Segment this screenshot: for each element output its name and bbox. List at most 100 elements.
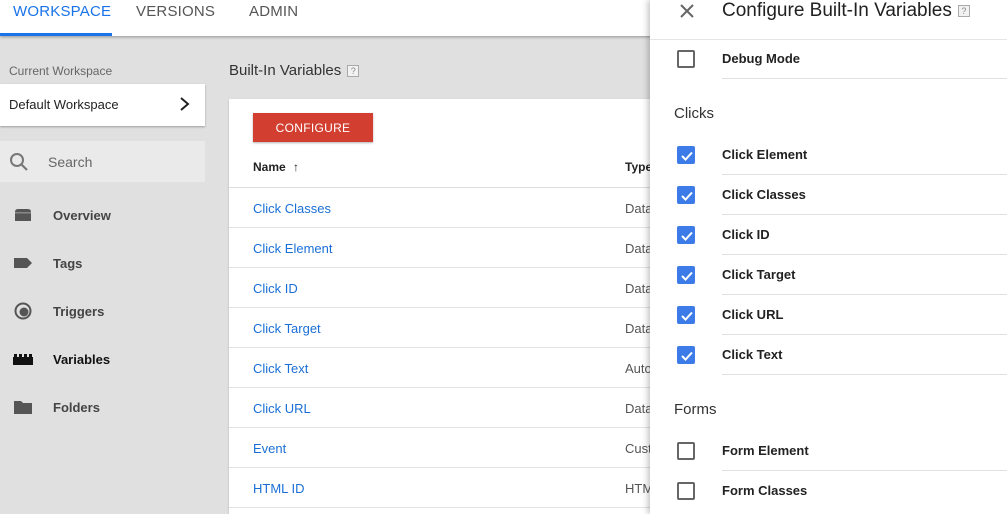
table-row: Click Classes Data [229,188,659,228]
sidebar-item-tags[interactable]: Tags [0,243,205,283]
sidebar-item-label: Triggers [53,304,105,319]
checkmark-icon [681,311,693,321]
sidebar-item-label: Variables [53,352,111,367]
sidebar-item-overview[interactable]: Overview [0,195,205,235]
tab-versions[interactable]: VERSIONS [136,0,215,36]
option-label: Click Element [722,147,808,162]
checkbox-checked[interactable] [677,226,695,244]
variable-name-link[interactable]: Click ID [253,281,298,296]
variable-name-link[interactable]: Click Classes [253,201,331,216]
workspace-selector[interactable]: Default Workspace [0,84,205,126]
variable-type: HTM [625,481,654,496]
variable-name-link[interactable]: Click URL [253,401,311,416]
option-label: Click ID [722,227,770,242]
variable-type: Data [625,201,653,216]
divider [722,78,1007,79]
sidebar-item-variables[interactable]: Variables [0,339,205,379]
variable-type: Auto [625,361,652,376]
search-icon [10,153,28,171]
variable-option-click-text[interactable]: Click Text [650,335,1007,375]
checkmark-icon [681,151,693,161]
table-row: Event Cust [229,428,659,468]
variable-option-form-classes[interactable]: Form Classes [650,471,1007,511]
checkmark-icon [681,351,693,361]
tag-icon [14,258,32,268]
table-row: Click Target Data [229,308,659,348]
variable-option-click-target[interactable]: Click Target [650,255,1007,295]
sort-arrow-icon: ↑ [293,160,300,174]
panel-title: Configure Built-In Variables? [722,0,970,22]
page-title-text: Built-In Variables [229,62,342,79]
table-row: Click URL Data [229,388,659,428]
current-workspace-label: Current Workspace [9,64,113,78]
variables-card: CONFIGURE Name ↑ Type Click Classes Data… [229,99,659,514]
column-header-name[interactable]: Name ↑ [253,160,299,174]
variable-option-click-element[interactable]: Click Element [650,135,1007,175]
variable-name-link[interactable]: Click Target [253,321,321,336]
variable-type: Data [625,281,653,296]
checkbox-checked[interactable] [677,266,695,284]
checkbox[interactable] [677,482,695,500]
variable-option-form-element[interactable]: Form Element [650,431,1007,471]
variable-type: Data [625,321,653,336]
tab-workspace[interactable]: WORKSPACE [13,0,111,36]
checkbox[interactable] [677,442,695,460]
search-box [0,141,205,182]
sidebar-item-label: Tags [53,256,83,271]
sidebar-item-label: Overview [53,208,111,223]
sidebar-item-triggers[interactable]: Triggers [0,291,205,331]
help-icon[interactable]: ? [957,4,970,17]
option-label: Click Text [722,347,783,362]
chevron-right-icon [180,97,190,111]
option-label: Debug Mode [722,51,800,66]
divider [722,374,1007,375]
variable-type: Cust [625,441,652,456]
checkmark-icon [681,271,693,281]
option-label: Form Element [722,443,809,458]
checkbox-checked[interactable] [677,306,695,324]
variable-name-link[interactable]: Click Element [253,241,332,256]
variables-icon [13,354,33,365]
column-header-name-label: Name [253,160,286,174]
checkmark-icon [681,231,693,241]
folder-icon [14,401,32,414]
configure-button[interactable]: CONFIGURE [253,113,373,142]
checkbox-checked[interactable] [677,346,695,364]
page-title: Built-In Variables? [229,62,360,79]
option-label: Click Target [722,267,796,282]
checkbox-checked[interactable] [677,186,695,204]
checkbox-checked[interactable] [677,146,695,164]
column-header-type[interactable]: Type [625,160,652,174]
variable-name-link[interactable]: Event [253,441,286,456]
trigger-icon [14,302,32,320]
variable-option-click-url[interactable]: Click URL [650,295,1007,335]
variable-type: Data [625,401,653,416]
table-row: Click ID Data [229,268,659,308]
variable-name-link[interactable]: HTML ID [253,481,305,496]
variable-option-debug-mode[interactable]: Debug Mode [650,39,1007,79]
section-heading-forms: Forms [674,401,717,418]
tab-admin[interactable]: ADMIN [249,0,298,36]
option-label: Click Classes [722,187,806,202]
sidebar-item-folders[interactable]: Folders [0,387,205,427]
variable-name-link[interactable]: Click Text [253,361,308,376]
table-row: Click Element Data [229,228,659,268]
option-label: Click URL [722,307,784,322]
help-icon[interactable]: ? [347,65,360,78]
variable-option-click-classes[interactable]: Click Classes [650,175,1007,215]
workspace-name: Default Workspace [9,97,119,112]
table-row: Click Text Auto [229,348,659,388]
overview-icon [15,209,31,221]
active-tab-indicator [0,33,112,36]
configure-panel: Configure Built-In Variables? Debug Mode… [650,0,1007,514]
variable-option-click-id[interactable]: Click ID [650,215,1007,255]
variable-type: Data [625,241,653,256]
section-heading-clicks: Clicks [674,105,714,122]
table-row: HTML ID HTM [229,468,659,508]
checkmark-icon [681,191,693,201]
option-label: Form Classes [722,483,808,498]
checkbox[interactable] [677,50,695,68]
sidebar-item-label: Folders [53,400,100,415]
close-icon[interactable] [678,2,696,20]
search-input[interactable] [48,152,198,172]
